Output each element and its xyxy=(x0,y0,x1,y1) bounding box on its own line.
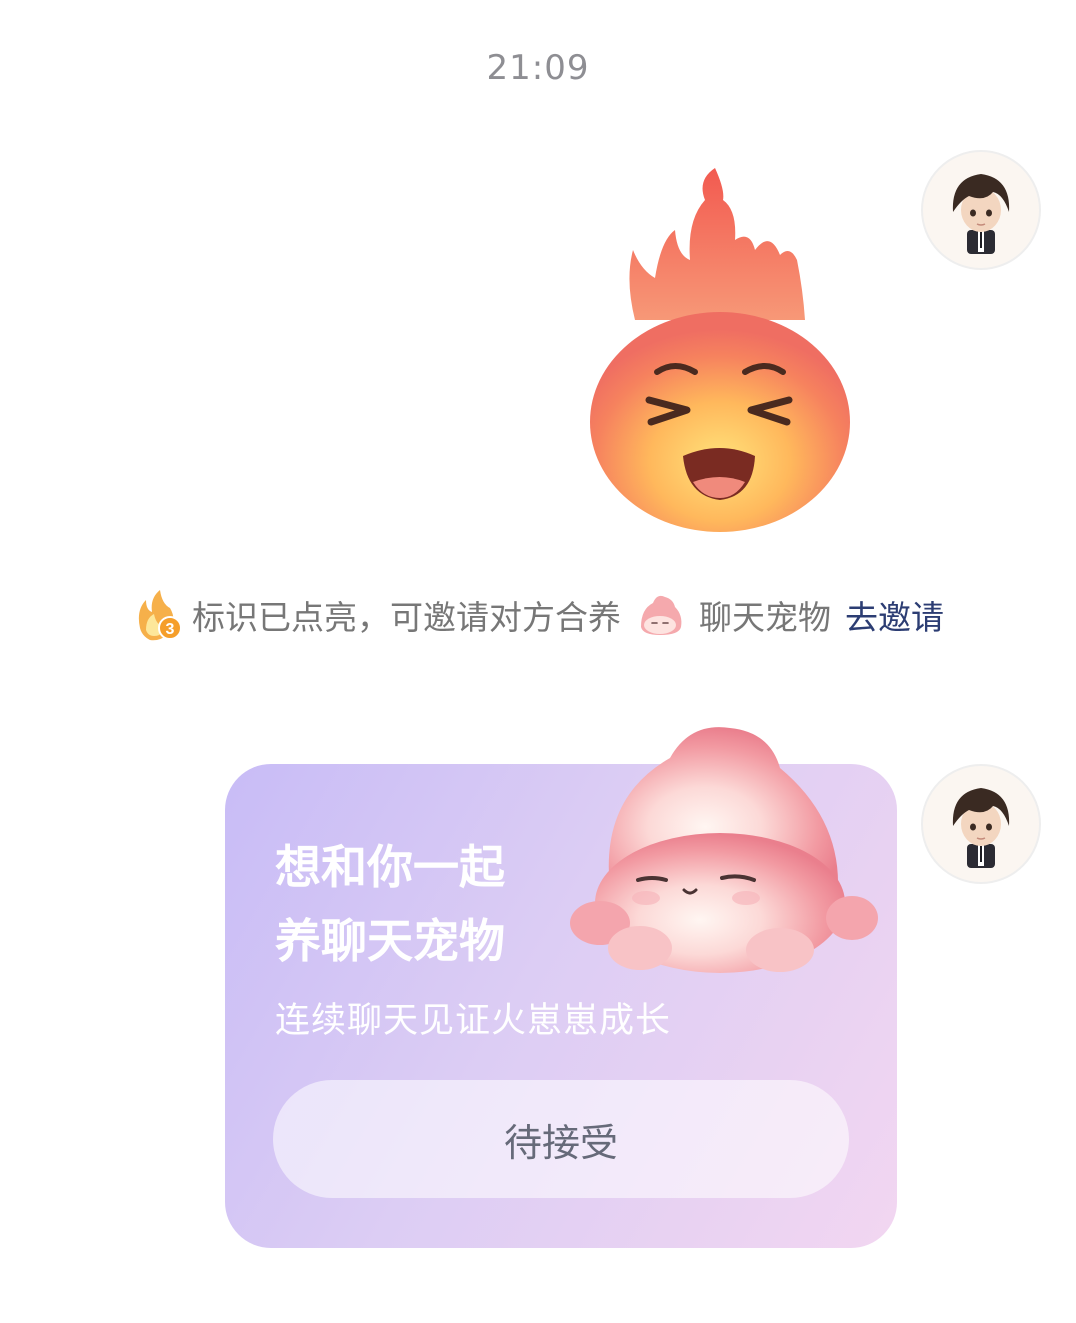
pending-accept-button[interactable]: 待接受 xyxy=(273,1080,849,1198)
timestamp: 21:09 xyxy=(486,48,590,88)
fire-badge-number: 3 xyxy=(166,621,175,638)
card-title-line1: 想和你一起 xyxy=(275,840,505,894)
system-notice: 3 标识已点亮，可邀请对方合养 聊天宠物 去邀请 xyxy=(0,588,1076,642)
card-title: 想和你一起 养聊天宠物 xyxy=(275,830,615,978)
notice-text-pet: 聊天宠物 xyxy=(699,598,831,637)
fire-emoji-sticker[interactable] xyxy=(575,160,865,535)
invite-link[interactable]: 去邀请 xyxy=(845,591,944,639)
notice-text: 标识已点亮，可邀请对方合养 xyxy=(192,598,621,637)
user-avatar[interactable] xyxy=(921,150,1041,270)
user-avatar[interactable] xyxy=(921,764,1041,884)
card-title-line2: 养聊天宠物 xyxy=(275,914,505,968)
card-subtitle: 连续聊天见证火崽崽成长 xyxy=(275,1001,672,1041)
chat-pet-illustration xyxy=(570,727,878,973)
fire-badge-icon: 3 xyxy=(138,590,182,641)
chat-pet-icon xyxy=(641,595,682,635)
